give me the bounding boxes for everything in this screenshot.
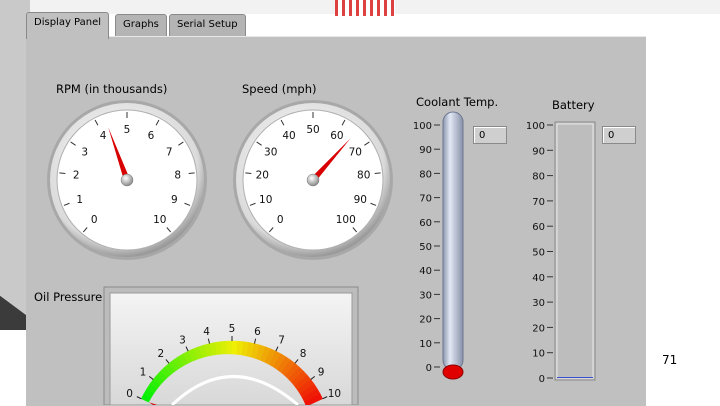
rpm-needle-hub [120,173,134,187]
scale-tick-label: 70 [419,194,432,205]
gauge-tick [374,172,381,175]
oil-tick-label: 10 [328,388,341,400]
oil-pressure-gauge: 012 3 4 5 6 7 8910 [103,286,359,405]
oil-tick-label: 0 [126,388,133,400]
gauge-tick-label: 9 [171,194,178,206]
scale-tick-label: 80 [532,172,545,183]
scale-tick-label: 10 [419,339,432,350]
coolant-thermometer: 0 10 20 30 40 50 60 70 80 90 100 [413,111,464,380]
speed-needle-hub [306,173,320,187]
oil-scale-segment [226,340,233,355]
scale-tick-label: 0 [539,374,545,385]
gauge-tick-label: 0 [91,214,98,226]
gauge-tick [188,172,195,175]
oil-tick-label: 5 [229,323,236,335]
gauge-tick-label: 90 [354,194,367,206]
speed-gauge: 0 10 20 30 40 50 60 70 80 90 100 [233,100,393,260]
scale-tick-label: 80 [419,169,432,180]
gauge-tick-label: 3 [81,146,88,158]
oil-tick-label: 9 [318,366,325,378]
gauge-tick-label: 10 [259,194,272,206]
battery-tank: 0 10 20 30 40 50 60 70 80 90 100 [526,121,596,385]
oil-tick-label: 7 [278,334,285,346]
gauge-tick-label: 80 [357,170,370,182]
oil-tick-label: 1 [140,366,147,378]
gauge-tick-label: 20 [256,170,269,182]
scale-tick-label: 60 [419,218,432,229]
scale-tick-label: 100 [526,121,545,132]
rpm-gauge: 01 234 5 678 9 10 [47,100,207,260]
gauge-tick-label: 2 [73,170,80,182]
gauge-tick-label: 5 [124,124,131,136]
gauge-tick-label: 100 [336,214,356,226]
gauge-tick-label: 60 [330,130,343,142]
oil-tick-label: 8 [300,348,307,360]
scale-tick-label: 90 [532,146,545,157]
gauge-tick-label: 0 [277,214,284,226]
scale-tick-label: 30 [419,290,432,301]
scale-tick-label: 20 [419,315,432,326]
gauge-tick [245,172,252,175]
scale-tick-label: 60 [532,222,545,233]
scale-tick-label: 0 [426,363,432,374]
scale-tick-label: 20 [532,323,545,334]
scale-tick-label: 40 [532,273,545,284]
scale-tick-label: 100 [413,121,432,132]
gauge-tick-label: 6 [148,130,155,142]
gauge-tick-label: 4 [100,130,107,142]
scale-tick-label: 50 [532,248,545,259]
gauge-tick [59,172,66,175]
gauge-tick-label: 40 [282,130,295,142]
scale-tick-label: 30 [532,298,545,309]
oil-tick-label: 2 [158,348,165,360]
tab-display-panel[interactable]: Display Panel [26,12,110,39]
battery-fill [557,377,593,378]
gauge-tick-label: 70 [349,146,362,158]
page-number: 71 [662,353,678,367]
gauge-tick-label: 50 [306,124,319,136]
gauge-tick-label: 10 [153,214,166,226]
gauge-tick-label: 1 [76,194,83,206]
instrument-layer: 01234 5 678910 010203040 50 60708090100 0102… [47,100,596,405]
scale-tick-label: 50 [419,242,432,253]
oil-tick-label: 3 [179,334,186,346]
oil-tick-label: 6 [254,326,261,338]
thermometer-bulb [442,364,464,380]
scale-tick-label: 90 [419,145,432,156]
oil-tick-label: 4 [203,326,210,338]
gauge-tick-label: 30 [264,146,277,158]
thermometer-tube [442,111,464,371]
scale-tick-label: 40 [419,266,432,277]
gauge-tick-label: 7 [166,146,173,158]
scale-tick-label: 10 [532,349,545,360]
scale-tick-label: 70 [532,197,545,208]
oil-scale-segment [220,340,228,355]
gauge-tick-label: 8 [174,170,181,182]
